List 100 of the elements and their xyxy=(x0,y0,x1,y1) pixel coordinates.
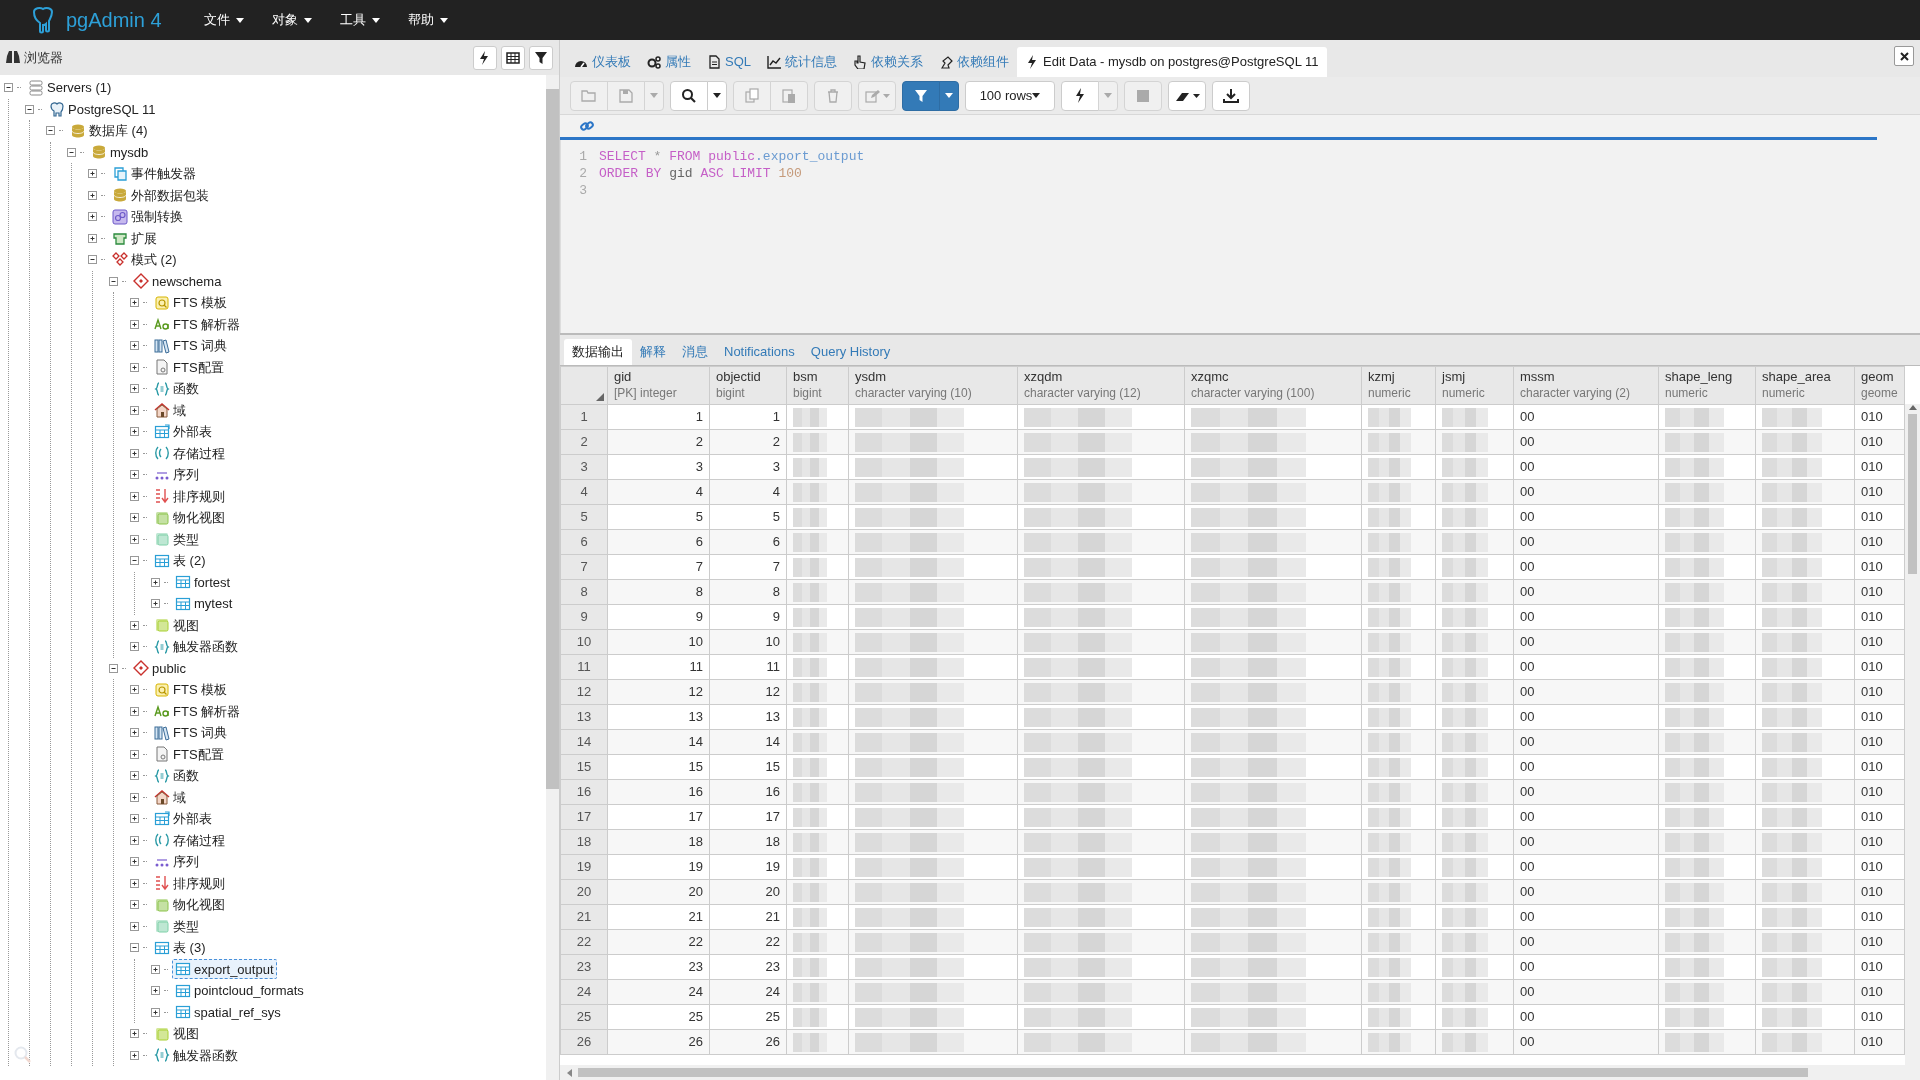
row-number[interactable]: 20 xyxy=(560,879,608,905)
tab[interactable]: Edit Data - mysdb on postgres@PostgreSQL 11 xyxy=(1017,47,1327,77)
expand-icon[interactable] xyxy=(130,728,139,738)
expand-icon[interactable] xyxy=(130,921,139,931)
tree-item[interactable]: FTS 词典 xyxy=(151,722,231,743)
tab[interactable]: Query History xyxy=(802,339,899,365)
bolt-button[interactable] xyxy=(473,45,497,70)
tree-item[interactable]: Servers (1) xyxy=(25,77,115,98)
expand-icon[interactable] xyxy=(130,620,139,630)
expand-icon[interactable] xyxy=(88,212,97,222)
tree-item[interactable]: newschema xyxy=(130,271,225,292)
tab[interactable]: 数据输出 xyxy=(564,339,632,365)
tree-item[interactable]: 序列 xyxy=(151,851,202,872)
tree-item[interactable]: 物化视图 xyxy=(151,507,228,528)
collapse-icon[interactable] xyxy=(130,943,139,953)
expand-icon[interactable] xyxy=(130,835,139,845)
tree-item[interactable]: FTS配置 xyxy=(151,357,227,378)
expand-icon[interactable] xyxy=(130,362,139,372)
scroll-thumb[interactable] xyxy=(578,1068,1808,1077)
close-button[interactable] xyxy=(1894,46,1914,66)
tree-item[interactable]: 数据库 (4) xyxy=(67,120,151,141)
collapse-icon[interactable] xyxy=(109,276,118,286)
tree-item[interactable]: 函数 xyxy=(151,765,202,786)
search-button[interactable] xyxy=(670,80,708,111)
row-number[interactable]: 13 xyxy=(560,704,608,730)
tab[interactable]: SQL xyxy=(699,47,759,77)
expand-icon[interactable] xyxy=(130,319,139,329)
tab[interactable]: 属性 xyxy=(639,47,699,77)
expand-icon[interactable] xyxy=(88,233,97,243)
row-number[interactable]: 26 xyxy=(560,1029,608,1055)
row-number[interactable]: 9 xyxy=(560,604,608,630)
tab[interactable]: 解释 xyxy=(632,339,674,365)
expand-icon[interactable] xyxy=(151,1007,160,1017)
row-number[interactable]: 25 xyxy=(560,1004,608,1030)
expand-icon[interactable] xyxy=(130,448,139,458)
rows-dropdown[interactable]: 100 rows xyxy=(965,80,1055,111)
tree-item[interactable]: 域 xyxy=(151,787,189,808)
tree-item[interactable]: 类型 xyxy=(151,916,202,937)
row-number[interactable]: 24 xyxy=(560,979,608,1005)
expand-icon[interactable] xyxy=(130,749,139,759)
link-icon[interactable] xyxy=(580,119,594,133)
row-number[interactable]: 18 xyxy=(560,829,608,855)
download-button[interactable] xyxy=(1212,80,1250,111)
tab[interactable]: Notifications xyxy=(716,339,803,365)
tree-item[interactable]: 物化视图 xyxy=(151,894,228,915)
tree-item[interactable]: 视图 xyxy=(151,1023,202,1044)
row-number[interactable]: 21 xyxy=(560,904,608,930)
tree-item[interactable]: 外部表 xyxy=(151,808,215,829)
row-number[interactable]: 10 xyxy=(560,629,608,655)
menu-button[interactable]: 文件 xyxy=(189,0,258,40)
scroll-left-icon[interactable] xyxy=(566,1068,572,1077)
tree-item[interactable]: pointcloud_formats xyxy=(172,980,307,1001)
row-number[interactable]: 23 xyxy=(560,954,608,980)
row-number[interactable]: 16 xyxy=(560,779,608,805)
tree-item[interactable]: 外部数据包装 xyxy=(109,185,212,206)
expand-icon[interactable] xyxy=(130,470,139,480)
expand-icon[interactable] xyxy=(151,599,160,609)
tree-item[interactable]: 触发器函数 xyxy=(151,1045,241,1066)
expand-icon[interactable] xyxy=(130,771,139,781)
tree-item[interactable]: 表 (2) xyxy=(151,550,209,571)
tree-item[interactable]: 序列 xyxy=(151,464,202,485)
expand-icon[interactable] xyxy=(130,491,139,501)
tree-item[interactable]: 触发器函数 xyxy=(151,636,241,657)
expand-icon[interactable] xyxy=(130,900,139,910)
row-number[interactable]: 15 xyxy=(560,754,608,780)
collapse-icon[interactable] xyxy=(109,663,118,673)
tree-item[interactable]: 存储过程 xyxy=(151,443,228,464)
expand-icon[interactable] xyxy=(151,986,160,996)
vertical-scrollbar[interactable] xyxy=(546,75,559,1080)
menu-button[interactable]: 帮助 xyxy=(393,0,462,40)
row-number[interactable]: 2 xyxy=(560,429,608,455)
expand-icon[interactable] xyxy=(130,427,139,437)
row-number[interactable]: 11 xyxy=(560,654,608,680)
tree-item[interactable]: 类型 xyxy=(151,529,202,550)
tab[interactable]: 消息 xyxy=(674,339,716,365)
expand-icon[interactable] xyxy=(130,878,139,888)
tree-item[interactable]: 排序规则 xyxy=(151,873,228,894)
expand-icon[interactable] xyxy=(130,685,139,695)
tree-item[interactable]: FTS 解析器 xyxy=(151,701,244,722)
tree-item[interactable]: FTS 模板 xyxy=(151,292,231,313)
expand-icon[interactable] xyxy=(130,384,139,394)
collapse-icon[interactable] xyxy=(88,255,97,265)
expand-icon[interactable] xyxy=(130,1050,139,1060)
collapse-icon[interactable] xyxy=(130,556,139,566)
scroll-thumb[interactable] xyxy=(1908,414,1917,574)
tree-item[interactable]: FTS配置 xyxy=(151,744,227,765)
row-number[interactable]: 1 xyxy=(560,404,608,430)
expand-icon[interactable] xyxy=(130,642,139,652)
row-number[interactable]: 14 xyxy=(560,729,608,755)
row-number[interactable]: 19 xyxy=(560,854,608,880)
row-number[interactable]: 17 xyxy=(560,804,608,830)
tree-item[interactable]: 表 (3) xyxy=(151,937,209,958)
tab[interactable]: 依赖组件 xyxy=(931,47,1017,77)
tree-item[interactable]: 扩展 xyxy=(109,228,160,249)
expand-icon[interactable] xyxy=(130,513,139,523)
expand-icon[interactable] xyxy=(88,190,97,200)
expand-icon[interactable] xyxy=(130,341,139,351)
tree-item[interactable]: FTS 解析器 xyxy=(151,314,244,335)
row-number[interactable]: 3 xyxy=(560,454,608,480)
tree-item[interactable]: 强制转换 xyxy=(109,206,186,227)
